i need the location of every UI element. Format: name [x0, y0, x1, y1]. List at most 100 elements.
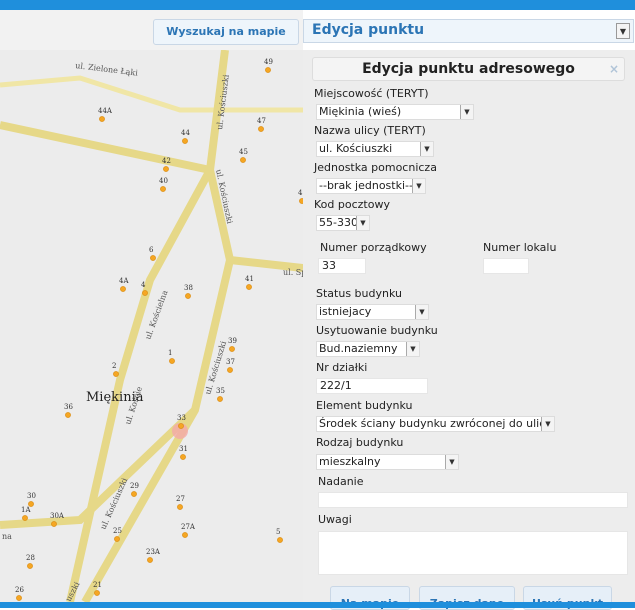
chevron-down-icon[interactable]: ▼ — [445, 455, 458, 469]
uwagi-label: Uwagi — [318, 513, 352, 526]
ulica-value: ul. Kościuszki — [319, 142, 393, 155]
address-point-marker[interactable] — [217, 396, 223, 402]
place-name: Miękinia — [86, 390, 144, 405]
rodzaj-select[interactable]: mieszkalny ▼ — [316, 454, 459, 470]
chevron-down-icon[interactable]: ▼ — [356, 216, 369, 230]
map-view[interactable]: ul. Zielone Łąki ul. Kościuszki ul. Kośc… — [0, 50, 303, 602]
address-point-marker[interactable] — [246, 284, 252, 290]
ulica-label: Nazwa ulicy (TERYT) — [314, 124, 426, 137]
address-point-label: 37 — [226, 358, 235, 366]
panel-title-text: Edycja punktu adresowego — [362, 61, 575, 77]
kod-select[interactable]: 55-330 ▼ — [316, 215, 370, 231]
address-point-marker[interactable] — [131, 491, 137, 497]
chevron-down-icon[interactable]: ▼ — [460, 105, 473, 119]
usytuowanie-select[interactable]: Bud.naziemny ▼ — [316, 341, 420, 357]
address-point-marker[interactable] — [163, 166, 169, 172]
address-point-marker[interactable] — [185, 293, 191, 299]
address-point-label: 44 — [181, 129, 190, 137]
element-select[interactable]: Środek ściany budynku zwróconej do ulicy… — [316, 416, 555, 432]
close-icon[interactable]: × — [609, 58, 619, 80]
address-point-marker[interactable] — [169, 358, 175, 364]
address-point-label: 36 — [64, 403, 73, 411]
address-point-marker[interactable] — [240, 157, 246, 163]
address-point-label: 49 — [264, 58, 273, 66]
address-point-marker[interactable] — [51, 521, 57, 527]
address-point-marker[interactable] — [182, 138, 188, 144]
kod-label: Kod pocztowy — [314, 198, 390, 211]
address-point-marker[interactable] — [147, 557, 153, 563]
chevron-down-icon[interactable]: ▼ — [541, 417, 554, 431]
address-point-marker[interactable] — [150, 255, 156, 261]
address-point-marker[interactable] — [180, 454, 186, 460]
address-point-label: 33 — [177, 414, 186, 422]
panel-title: Edycja punktu adresowego × — [312, 57, 625, 81]
address-point-label: 38 — [184, 284, 193, 292]
chevron-down-icon[interactable]: ▼ — [420, 142, 433, 156]
address-point-label: 27A — [181, 523, 196, 531]
chevron-down-icon[interactable]: ▼ — [415, 305, 428, 319]
address-point-marker[interactable] — [229, 346, 235, 352]
address-point-label: 41 — [245, 275, 254, 283]
address-point-label: 4A — [119, 277, 129, 285]
status-value: istniejacy — [319, 305, 372, 318]
address-point-marker[interactable] — [99, 116, 105, 122]
lokal-label: Numer lokalu — [483, 241, 557, 254]
numer-input[interactable]: 33 — [318, 258, 366, 274]
address-point-marker[interactable] — [178, 423, 184, 429]
miejscowosc-select[interactable]: Miękinia (wieś) ▼ — [316, 104, 474, 120]
address-point-marker[interactable] — [65, 412, 71, 418]
address-point-label: 4 — [141, 281, 146, 289]
address-point-label: 31 — [179, 445, 188, 453]
street-label: na — [2, 532, 12, 541]
address-point-marker[interactable] — [120, 286, 126, 292]
address-point-marker[interactable] — [258, 126, 264, 132]
element-label: Element budynku — [316, 399, 413, 412]
edit-panel: Edycja punktu adresowego × Miejscowość (… — [303, 50, 635, 610]
address-point-marker[interactable] — [265, 67, 271, 73]
address-point-marker[interactable] — [22, 515, 28, 521]
address-point-marker[interactable] — [160, 186, 166, 192]
chevron-down-icon[interactable]: ▼ — [412, 179, 425, 193]
mode-select-value: Edycja punktu — [312, 22, 425, 38]
nadanie-input[interactable] — [318, 492, 628, 508]
address-point-marker[interactable] — [114, 536, 120, 542]
address-point-label: 28 — [26, 554, 35, 562]
address-point-label: 42 — [162, 157, 171, 165]
usytuowanie-label: Usytuowanie budynku — [316, 324, 438, 337]
search-on-map-button[interactable]: Wyszukaj na mapie — [153, 19, 299, 45]
dzialka-input[interactable]: 222/1 — [316, 378, 428, 394]
address-point-label: 5 — [276, 528, 280, 536]
status-select[interactable]: istniejacy ▼ — [316, 304, 429, 320]
address-point-label: 30A — [50, 512, 65, 520]
address-point-marker[interactable] — [16, 595, 22, 601]
mode-select[interactable]: Edycja punktu ▼ — [303, 19, 634, 43]
address-point-marker[interactable] — [177, 504, 183, 510]
miejscowosc-label: Miejscowość (TERYT) — [314, 87, 429, 100]
address-point-label: 45 — [239, 148, 248, 156]
address-point-marker[interactable] — [277, 537, 283, 543]
address-point-marker[interactable] — [94, 590, 100, 596]
usytuowanie-value: Bud.naziemny — [319, 342, 398, 355]
uwagi-textarea[interactable] — [318, 531, 628, 575]
chevron-down-icon[interactable]: ▼ — [616, 23, 630, 39]
address-point-label: 29 — [130, 482, 139, 490]
chevron-down-icon[interactable]: ▼ — [406, 342, 419, 356]
map-canvas[interactable]: ul. Zielone Łąki ul. Kościuszki ul. Kośc… — [0, 50, 303, 602]
address-point-label: 1A — [21, 506, 31, 514]
address-point-label: 6 — [149, 246, 154, 254]
numer-label: Numer porządkowy — [320, 241, 427, 254]
element-value: Środek ściany budynku zwróconej do ulicy — [319, 417, 552, 430]
jednostka-value: --brak jednostki-- — [319, 179, 413, 192]
nadanie-label: Nadanie — [318, 475, 364, 488]
address-point-marker[interactable] — [142, 290, 148, 296]
miejscowosc-value: Miękinia (wieś) — [319, 105, 402, 118]
address-point-label: 39 — [228, 337, 237, 345]
address-point-marker[interactable] — [227, 367, 233, 373]
jednostka-select[interactable]: --brak jednostki-- ▼ — [316, 178, 426, 194]
rodzaj-label: Rodzaj budynku — [316, 436, 404, 449]
ulica-select[interactable]: ul. Kościuszki ▼ — [316, 141, 434, 157]
address-point-marker[interactable] — [182, 532, 188, 538]
address-point-marker[interactable] — [27, 563, 33, 569]
address-point-marker[interactable] — [113, 371, 119, 377]
lokal-input[interactable] — [483, 258, 529, 274]
